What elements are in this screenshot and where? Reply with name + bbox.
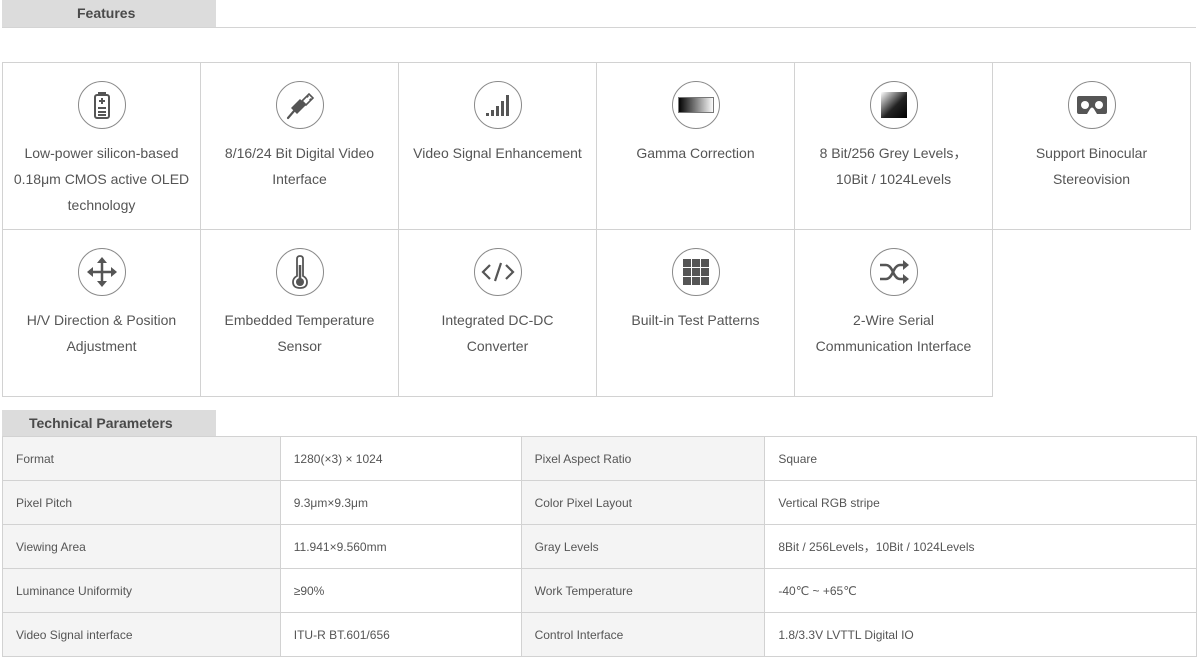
feature-label: Video Signal Enhancement — [413, 145, 582, 161]
shuffle-icon — [869, 248, 918, 296]
feature-card: Embedded Temperature Sensor — [200, 229, 399, 397]
param-value: 1.8/3.3V LVTTL Digital IO — [764, 612, 1197, 657]
feature-label: 2-Wire Serial Communication Interface — [815, 312, 972, 354]
table-row: Format 1280(×3) × 1024 Pixel Aspect Rati… — [2, 436, 1197, 481]
param-value: ITU-R BT.601/656 — [279, 612, 522, 657]
feature-label: Built-in Test Patterns — [631, 312, 760, 328]
tech-params-table: Format 1280(×3) × 1024 Pixel Aspect Rati… — [2, 436, 1197, 657]
table-row: Video Signal interface ITU-R BT.601/656 … — [2, 612, 1197, 657]
param-value: 11.941×9.560mm — [279, 524, 522, 569]
param-name: Pixel Aspect Ratio — [520, 436, 766, 481]
table-row: Pixel Pitch 9.3μm×9.3μm Color Pixel Layo… — [2, 480, 1197, 525]
param-value: Square — [764, 436, 1197, 481]
tech-params-header: Technical Parameters — [2, 409, 1196, 437]
usb-cable-icon — [275, 81, 324, 129]
param-value: 8Bit / 256Levels，10Bit / 1024Levels — [764, 524, 1197, 569]
feature-card: Video Signal Enhancement — [398, 62, 597, 230]
param-name: Gray Levels — [520, 524, 766, 569]
code-icon — [473, 248, 522, 296]
param-name: Luminance Uniformity — [2, 568, 281, 613]
feature-label: Embedded Temperature Sensor — [224, 312, 375, 354]
feature-card: Support Binocular Stereovision — [992, 62, 1191, 230]
feature-card: Low-power silicon-based 0.18μm CMOS acti… — [2, 62, 201, 230]
battery-icon — [77, 81, 126, 129]
thermometer-icon — [275, 248, 324, 296]
param-value: Vertical RGB stripe — [764, 480, 1197, 525]
features-title: Features — [2, 0, 216, 27]
feature-card: H/V Direction & Position Adjustment — [2, 229, 201, 397]
vr-headset-icon — [1067, 81, 1116, 129]
features-header: Features — [2, 0, 1196, 28]
param-value: 9.3μm×9.3μm — [279, 480, 522, 525]
table-row: Viewing Area 11.941×9.560mm Gray Levels … — [2, 524, 1197, 569]
feature-label: 8 Bit/256 Grey Levels，10Bit / 1024Levels — [819, 145, 968, 187]
feature-label: Gamma Correction — [636, 145, 755, 161]
param-name: Color Pixel Layout — [520, 480, 766, 525]
param-value: -40℃ ~ +65℃ — [764, 568, 1197, 613]
feature-card: Gamma Correction — [596, 62, 795, 230]
param-value: 1280(×3) × 1024 — [279, 436, 522, 481]
feature-label: 8/16/24 Bit Digital Video Interface — [224, 145, 375, 187]
gradient-square-icon — [869, 81, 918, 129]
param-name: Video Signal interface — [2, 612, 281, 657]
gradient-bar-icon — [671, 81, 720, 129]
feature-card: Integrated DC-DC Converter — [398, 229, 597, 397]
move-arrows-icon — [77, 248, 126, 296]
feature-label: H/V Direction & Position Adjustment — [26, 312, 177, 354]
param-name: Viewing Area — [2, 524, 281, 569]
param-name: Format — [2, 436, 281, 481]
feature-card: 2-Wire Serial Communication Interface — [794, 229, 993, 397]
feature-card: Built-in Test Patterns — [596, 229, 795, 397]
table-row: Luminance Uniformity ≥90% Work Temperatu… — [2, 568, 1197, 613]
feature-card: 8 Bit/256 Grey Levels，10Bit / 1024Levels — [794, 62, 993, 230]
param-name: Pixel Pitch — [2, 480, 281, 525]
feature-label: Integrated DC-DC Converter — [441, 312, 554, 354]
param-name: Control Interface — [520, 612, 766, 657]
grid-icon — [671, 248, 720, 296]
feature-label: Low-power silicon-based 0.18μm CMOS acti… — [13, 145, 190, 213]
feature-label: Support Binocular Stereovision — [1035, 145, 1148, 187]
param-name: Work Temperature — [520, 568, 766, 613]
features-grid: Low-power silicon-based 0.18μm CMOS acti… — [2, 62, 1197, 397]
param-value: ≥90% — [279, 568, 522, 613]
signal-bars-icon — [473, 81, 522, 129]
tech-params-title: Technical Parameters — [2, 410, 216, 437]
feature-card: 8/16/24 Bit Digital Video Interface — [200, 62, 399, 230]
